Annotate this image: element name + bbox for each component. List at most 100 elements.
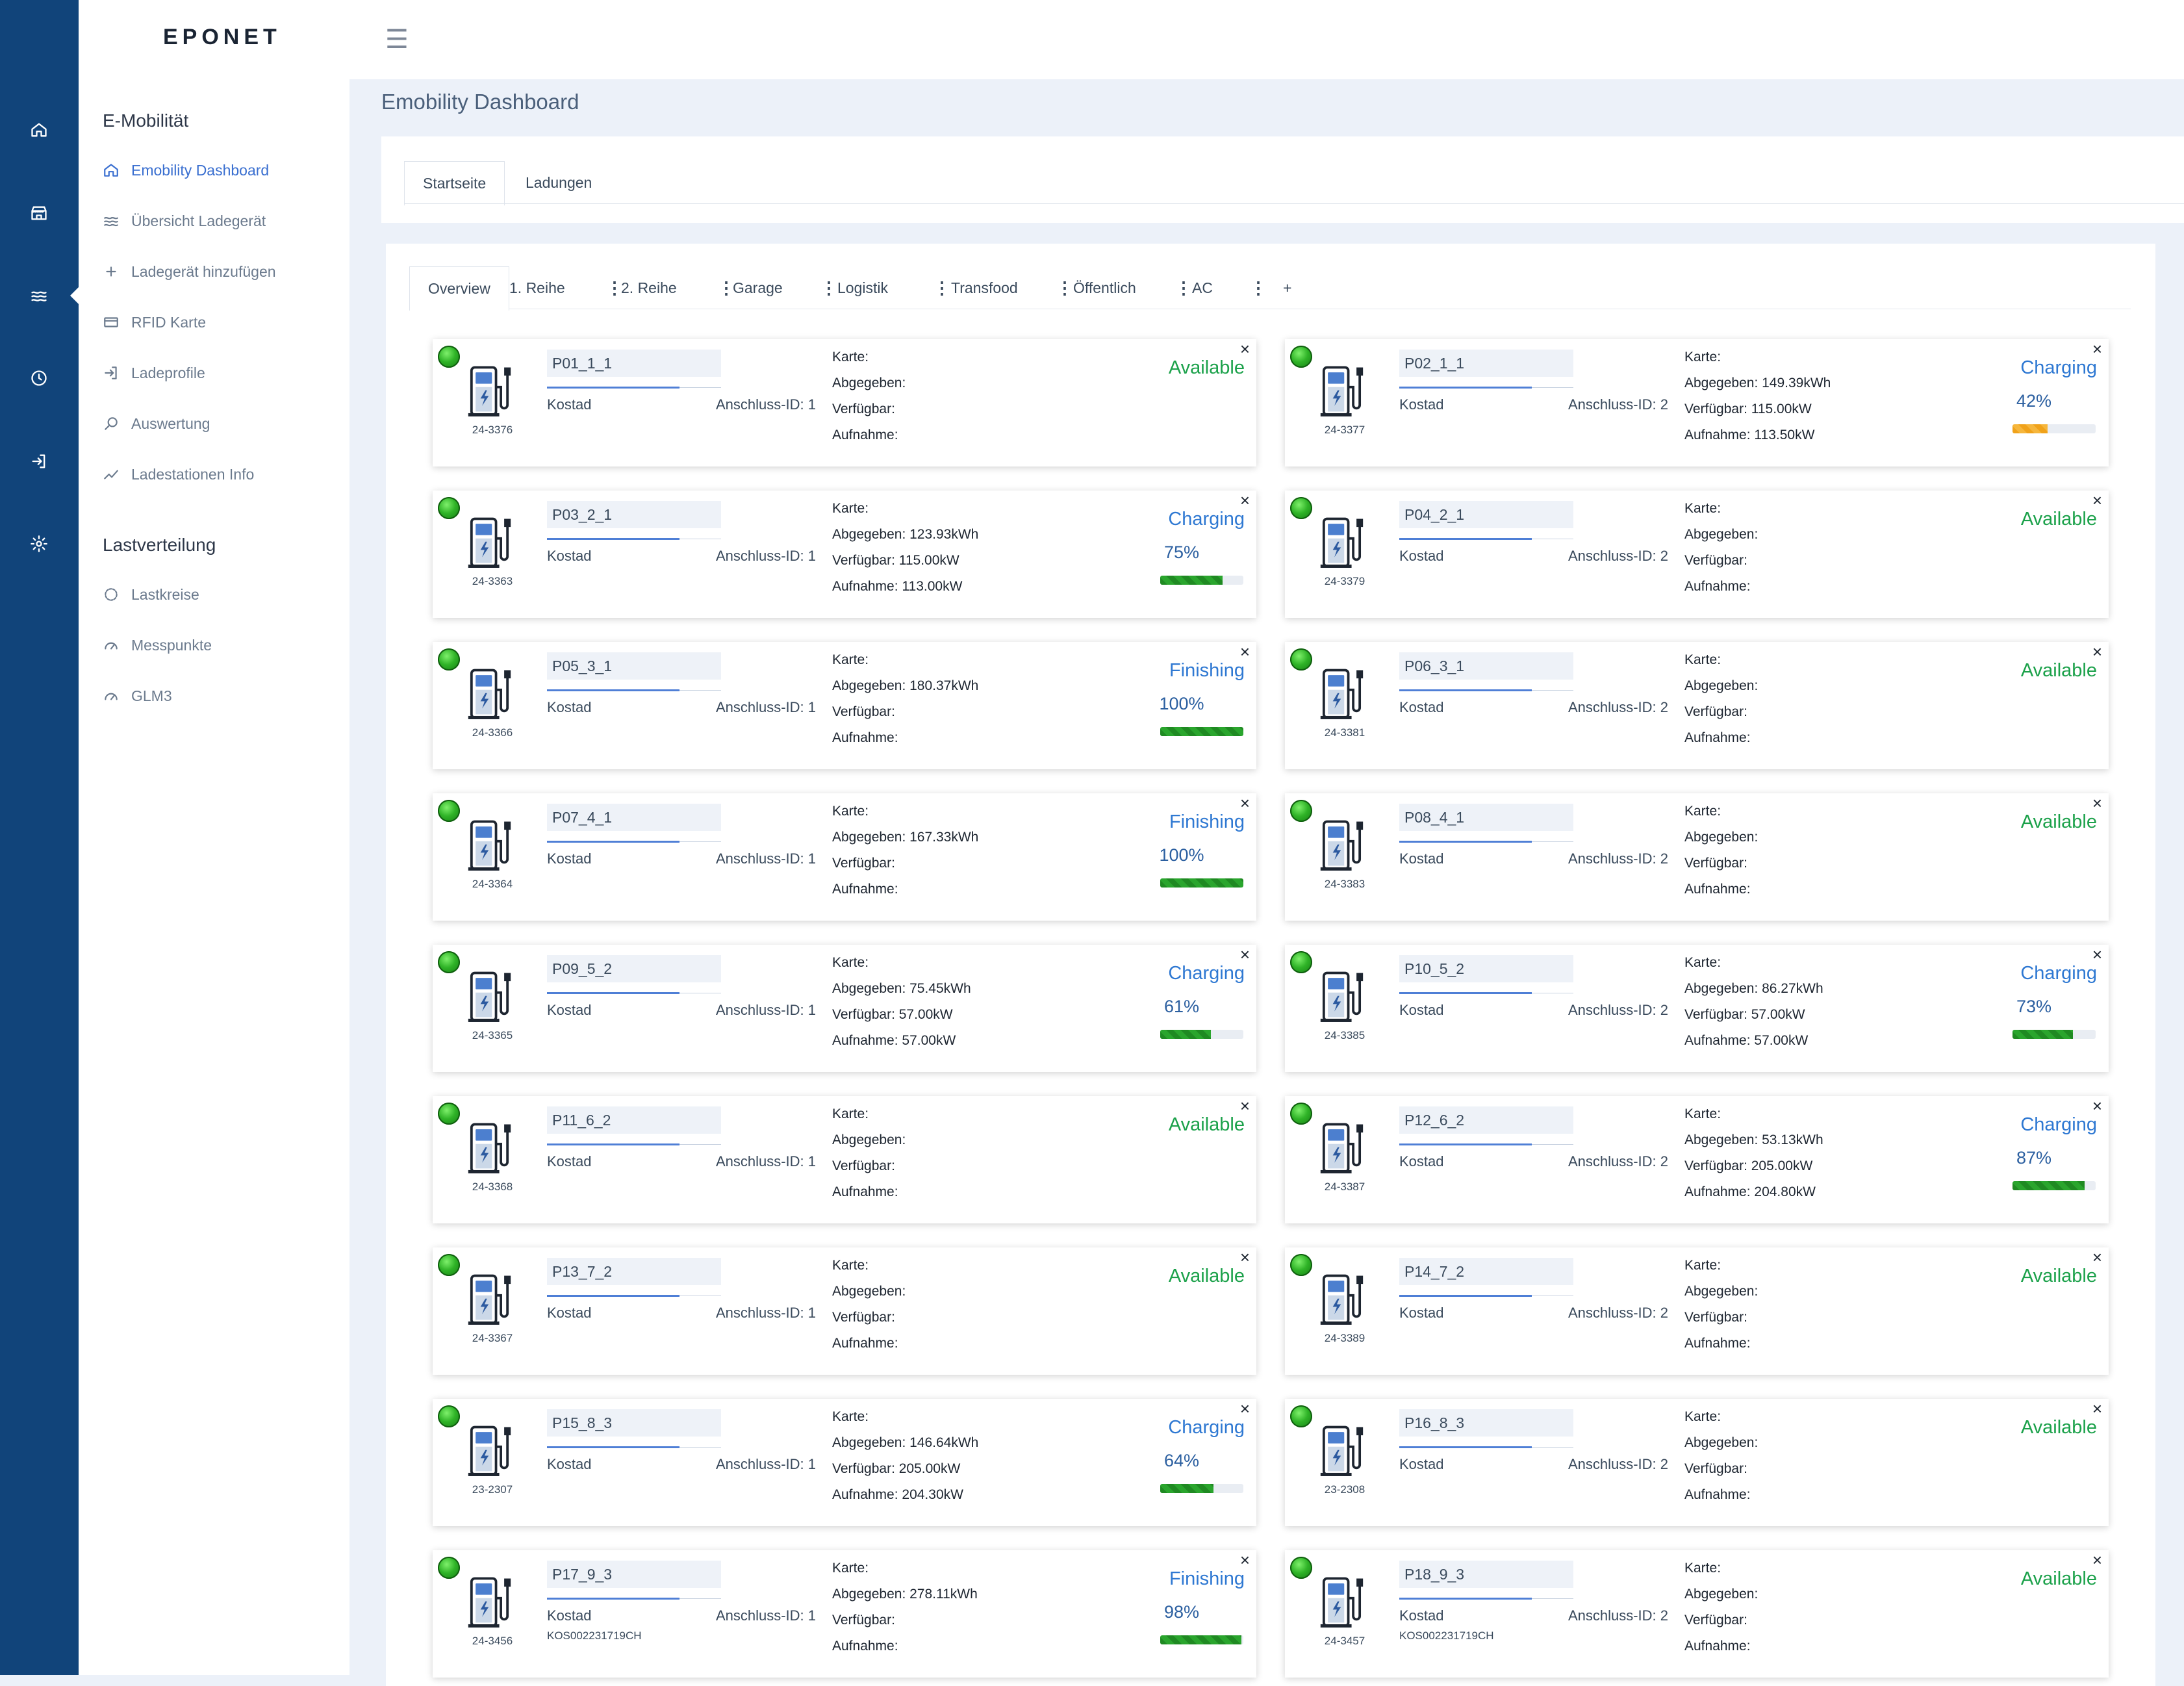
station-card-p02-1-1: 24-3377 P02_1_1 Kostad Anschluss-ID: 2 K… (1285, 339, 2109, 466)
status-text: Finishing (1169, 660, 1245, 681)
close-icon[interactable]: × (1240, 1550, 1250, 1570)
tab-logistik-menu-icon[interactable]: ⋮ (933, 266, 950, 309)
nav-item-uebersicht-ladegeraet[interactable]: Übersicht Ladegerät (103, 208, 266, 234)
karte-row: Karte: (832, 1561, 869, 1576)
close-icon[interactable]: × (1240, 642, 1250, 662)
nav-item-rfid-karte[interactable]: RFID Karte (103, 309, 206, 335)
nav-item-lastkreise[interactable]: Lastkreise (103, 581, 199, 607)
connector-id: Anschluss-ID: 2 (1568, 548, 1668, 564)
close-icon[interactable]: × (1240, 1247, 1250, 1268)
charge-progress-fill (1160, 1030, 1212, 1039)
plus-icon (106, 266, 116, 277)
store-icon[interactable] (23, 197, 55, 229)
close-icon[interactable]: × (2092, 491, 2102, 511)
tab-transfood-menu-icon[interactable]: ⋮ (1056, 266, 1073, 309)
close-icon[interactable]: × (2092, 945, 2102, 965)
page-title: Emobility Dashboard (381, 90, 579, 114)
close-icon[interactable]: × (1240, 339, 1250, 359)
name-underline-track (679, 1447, 721, 1448)
station-number: 24-3456 (472, 1635, 513, 1647)
close-icon[interactable]: × (1240, 1399, 1250, 1419)
connector-id: Anschluss-ID: 2 (1568, 1153, 1668, 1169)
charge-progress-bar (1160, 1030, 1243, 1039)
status-led (438, 346, 460, 368)
verfuegbar-row: Verfügbar: 115.00kW (832, 553, 959, 568)
location-label: Kostad (547, 396, 592, 413)
nav-item-emobility-dashboard[interactable]: Emobility Dashboard (103, 157, 269, 183)
abgegeben-row: Abgegeben: (1684, 678, 1759, 693)
close-icon[interactable]: × (2092, 1399, 2102, 1419)
charger-icon (1320, 1577, 1364, 1628)
waves-icon[interactable] (23, 279, 55, 312)
tab-oeffentlich[interactable]: Öffentlich (1073, 266, 1136, 309)
status-led (1290, 800, 1312, 822)
tab-2-reihe[interactable]: 2. Reihe (621, 266, 677, 309)
station-number: 24-3363 (472, 575, 513, 587)
aufnahme-row: Aufnahme: 113.00kW (832, 579, 963, 594)
station-name: P05_3_1 (552, 658, 613, 674)
gear-icon[interactable] (23, 528, 55, 560)
status-text: Available (2020, 1266, 2097, 1286)
status-text: Charging (1168, 963, 1245, 984)
name-underline-track (1532, 1447, 1573, 1448)
tab-overview[interactable]: Overview (409, 266, 509, 311)
nav-item-messpunkte[interactable]: Messpunkte (103, 632, 212, 658)
charger-icon (1320, 1425, 1364, 1476)
charge-progress-bar (2013, 424, 2096, 433)
tab-ladungen[interactable]: Ladungen (507, 161, 610, 204)
nav-item-ladeprofile[interactable]: Ladeprofile (103, 360, 205, 386)
close-icon[interactable]: × (2092, 339, 2102, 359)
login-icon[interactable] (23, 445, 55, 478)
clock-icon[interactable] (23, 362, 55, 394)
hamburger-icon[interactable]: ☰ (385, 25, 409, 55)
connector-id: Anschluss-ID: 2 (1568, 1305, 1668, 1321)
tab-1-reihe[interactable]: 1. Reihe (509, 266, 565, 309)
name-underline (547, 992, 679, 994)
tab-oeffentlich-menu-icon[interactable]: ⋮ (1175, 266, 1192, 309)
location-label: Kostad (1399, 1002, 1444, 1018)
tab-garage-menu-icon[interactable]: ⋮ (820, 266, 837, 309)
tab-ac-menu-icon[interactable]: ⋮ (1250, 266, 1267, 309)
tab-ac[interactable]: AC (1192, 266, 1213, 309)
nav-item-ladestationen-info[interactable]: Ladestationen Info (103, 461, 254, 487)
tab-startseite[interactable]: Startseite (404, 161, 505, 206)
close-icon[interactable]: × (2092, 1550, 2102, 1570)
nav-item-glm3[interactable]: GLM3 (103, 683, 172, 709)
home-icon[interactable] (23, 114, 55, 146)
close-icon[interactable]: × (1240, 491, 1250, 511)
connector-id: Anschluss-ID: 2 (1568, 850, 1668, 867)
station-name: P10_5_2 (1404, 960, 1465, 977)
trend-icon (104, 470, 118, 479)
charger-icon (1320, 669, 1364, 719)
nav-item-auswertung[interactable]: Auswertung (103, 411, 210, 437)
tab-garage[interactable]: Garage (733, 266, 783, 309)
close-icon[interactable]: × (1240, 945, 1250, 965)
close-icon[interactable]: × (2092, 642, 2102, 662)
close-icon[interactable]: × (2092, 793, 2102, 813)
tab-logistik[interactable]: Logistik (837, 266, 888, 309)
charger-icon (468, 820, 511, 871)
close-icon[interactable]: × (1240, 1096, 1250, 1116)
karte-row: Karte: (1684, 1106, 1721, 1121)
add-tab-button[interactable]: + (1283, 266, 1291, 309)
nav-item-ladegeraet-hinzufuegen[interactable]: Ladegerät hinzufügen (103, 259, 276, 285)
aufnahme-row: Aufnahme: (1684, 882, 1751, 897)
name-underline (547, 538, 679, 540)
close-icon[interactable]: × (1240, 793, 1250, 813)
aufnahme-row: Aufnahme: 204.80kW (1684, 1184, 1816, 1199)
name-underline (1399, 689, 1532, 691)
charge-percent: 75% (1163, 543, 1200, 562)
status-led (1290, 1557, 1312, 1579)
verfuegbar-row: Verfügbar: (1684, 704, 1747, 719)
close-icon[interactable]: × (2092, 1096, 2102, 1116)
station-card-p07-4-1: 24-3364 P07_4_1 Kostad Anschluss-ID: 1 K… (433, 793, 1256, 921)
aufnahme-row: Aufnahme: (1684, 1639, 1751, 1654)
active-indicator (70, 287, 79, 305)
abgegeben-row: Abgegeben: (1684, 1284, 1759, 1299)
verfuegbar-row: Verfügbar: (1684, 856, 1747, 871)
name-underline (1399, 1143, 1532, 1145)
name-underline (547, 1295, 679, 1297)
location-label: Kostad (547, 1305, 592, 1321)
tab-transfood[interactable]: Transfood (951, 266, 1018, 309)
close-icon[interactable]: × (2092, 1247, 2102, 1268)
